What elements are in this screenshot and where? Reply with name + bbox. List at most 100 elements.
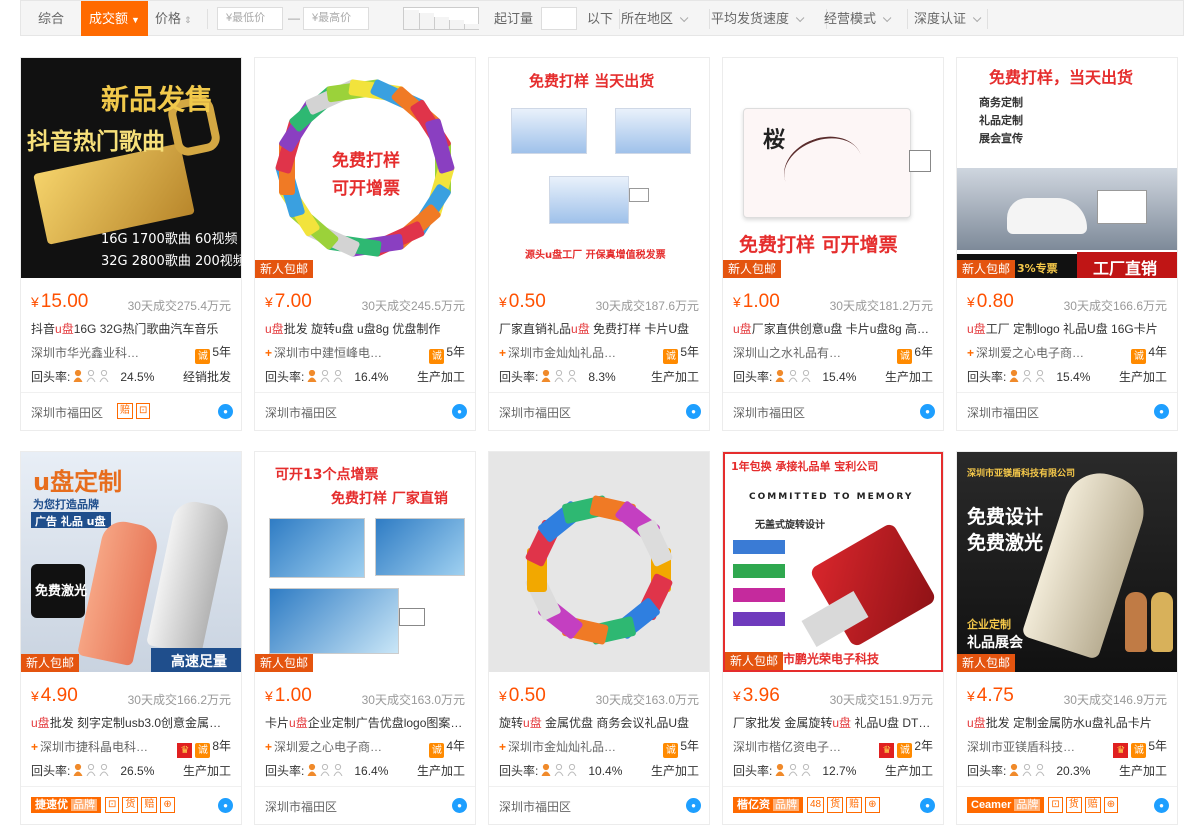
trust-pass-icon: 诚 bbox=[897, 743, 913, 758]
price: ¥4.90 bbox=[31, 685, 78, 707]
product-image[interactable]: 免费打样，当天出货 商务定制 礼品定制 展会宣传 3%专票 工厂直销 新人包邮 bbox=[957, 58, 1177, 278]
service-badge-icon[interactable]: 48 bbox=[807, 797, 825, 813]
service-badge-icon[interactable]: 赔 bbox=[1084, 797, 1101, 813]
sales-volume: 30天成交181.2万元 bbox=[829, 299, 933, 313]
wangwang-chat-icon[interactable]: ● bbox=[218, 798, 233, 813]
wangwang-chat-icon[interactable]: ● bbox=[686, 404, 701, 419]
product-image[interactable]: 免费打样 当天出货 源头u盘工厂 开保真增值税发票 bbox=[489, 58, 709, 278]
service-badge-icon[interactable]: 货 bbox=[827, 797, 844, 813]
service-badge-icon[interactable]: ⊡ bbox=[1048, 797, 1063, 813]
service-badge-icon[interactable]: 货 bbox=[1065, 797, 1082, 813]
product-title[interactable]: u盘批发 定制金属防水u盘礼品卡片 bbox=[967, 714, 1167, 731]
product-card[interactable]: u盘定制 为您打造品牌 广告 礼品 u盘 免费激光 高速足量 新人包邮 ¥4.9… bbox=[20, 451, 242, 825]
product-title[interactable]: 厂家直销礼品u盘 免费打样 卡片U盘 bbox=[499, 320, 699, 337]
service-badge-icon[interactable]: ⊕ bbox=[160, 797, 175, 813]
usb-drive-graphic bbox=[1151, 592, 1173, 652]
price-value: 7.00 bbox=[274, 291, 312, 312]
wangwang-chat-icon[interactable]: ● bbox=[218, 404, 233, 419]
wangwang-chat-icon[interactable]: ● bbox=[920, 798, 935, 813]
service-badge-icon[interactable]: ⊕ bbox=[1103, 797, 1119, 813]
product-title[interactable]: u盘工厂 定制logo 礼品U盘 16G卡片 bbox=[967, 320, 1167, 337]
product-image[interactable]: 新品发售 抖音热门歌曲 16G 1700歌曲 60视频 32G 2800歌曲 2… bbox=[21, 58, 241, 278]
depth-cert-dropdown[interactable]: 深度认证 bbox=[914, 1, 982, 36]
product-title[interactable]: 厂家批发 金属旋转u盘 礼品U盘 DT… bbox=[733, 714, 933, 731]
brand-tag[interactable]: Ceamer 品牌 bbox=[967, 797, 1045, 813]
product-image[interactable]: u盘定制 为您打造品牌 广告 礼品 u盘 免费激光 高速足量 新人包邮 bbox=[21, 452, 241, 672]
price-min-input[interactable]: ¥最低价 bbox=[217, 7, 283, 30]
sort-price-button[interactable]: 价格 ⇕ bbox=[155, 1, 192, 36]
price-range-bars[interactable] bbox=[403, 7, 479, 30]
product-image[interactable]: 可开13个点增票 免费打样 厂家直销 新人包邮 bbox=[255, 452, 475, 672]
sort-volume-button[interactable]: 成交额 ▼ bbox=[81, 1, 148, 36]
product-card[interactable]: 免费打样 可开增票 新人包邮 ¥7.00 30天成交245.5万元 u盘批发 旋转u… bbox=[254, 57, 476, 431]
product-image[interactable]: 免费打样 可开增票 新人包邮 bbox=[255, 58, 475, 278]
service-badge-icon[interactable]: 赔 bbox=[117, 403, 133, 419]
shop-name[interactable]: + 深圳市金灿灿礼品… bbox=[499, 738, 649, 755]
product-card[interactable]: 深圳市亚镁盾科技有限公司 免费设计 免费激光 企业定制 礼品展会 新人包邮 ¥4… bbox=[956, 451, 1178, 825]
region-dropdown[interactable]: 所在地区 bbox=[621, 1, 689, 36]
title-suffix: 批发 刻字定制usb3.0创意金属优… bbox=[49, 716, 231, 730]
shop-name[interactable]: + 深圳爱之心电子商… bbox=[265, 738, 415, 755]
trust-pass-icon: 诚 bbox=[897, 349, 913, 364]
shop-name[interactable]: + 深圳爱之心电子商… bbox=[967, 344, 1117, 361]
sales-volume: 30天成交275.4万元 bbox=[127, 299, 231, 313]
wangwang-chat-icon[interactable]: ● bbox=[686, 798, 701, 813]
product-image[interactable] bbox=[489, 452, 709, 672]
ship-speed-dropdown[interactable]: 平均发货速度 bbox=[711, 1, 805, 36]
service-badge-icon[interactable]: ⊡ bbox=[136, 403, 151, 419]
product-card[interactable]: ¥0.50 30天成交163.0万元 旋转u盘 金属优盘 商务会议礼品U盘 + 深圳市金… bbox=[488, 451, 710, 825]
price-dash: — bbox=[288, 11, 300, 25]
product-card[interactable]: 免费打样 当天出货 源头u盘工厂 开保真增值税发票 ¥0.50 30天成交187.… bbox=[488, 57, 710, 431]
brand-suffix: 品牌 bbox=[773, 799, 799, 811]
shop-name[interactable]: 深圳山之水礼品有… bbox=[733, 344, 883, 361]
depth-cert-label: 深度认证 bbox=[914, 11, 967, 26]
shop-name[interactable]: 深圳市楷亿资电子… bbox=[733, 738, 883, 755]
sort-all-button[interactable]: 综合 bbox=[38, 1, 64, 36]
service-badge-icon[interactable]: 赔 bbox=[846, 797, 863, 813]
price-max-input[interactable]: ¥最高价 bbox=[303, 7, 369, 30]
product-card[interactable]: 桜 免费打样 可开增票 新人包邮 ¥1.00 30天成交181.2万元 u盘厂家直供… bbox=[722, 57, 944, 431]
product-card[interactable]: 可开13个点增票 免费打样 厂家直销 新人包邮 ¥1.00 30天成交163.0万… bbox=[254, 451, 476, 825]
thumb-headline: 新品发售 bbox=[101, 83, 214, 116]
shop-name[interactable]: + 深圳市金灿灿礼品… bbox=[499, 344, 649, 361]
shop-name-text: 深圳市金灿灿礼品… bbox=[508, 346, 617, 360]
product-title[interactable]: u盘批发 旋转u盘 u盘8g 优盘制作 bbox=[265, 320, 465, 337]
moq-input[interactable] bbox=[541, 7, 577, 30]
service-badge-icon[interactable]: ⊡ bbox=[105, 797, 120, 813]
product-title[interactable]: 卡片u盘企业定制广告优盘logo图案… bbox=[265, 714, 465, 731]
shop-name[interactable]: + 深圳市捷科晶电科… bbox=[31, 738, 181, 755]
product-image[interactable]: 桜 免费打样 可开增票 新人包邮 bbox=[723, 58, 943, 278]
chevron-down-icon bbox=[882, 13, 892, 23]
repeat-rate: 回头率: 15.4% bbox=[967, 368, 1090, 385]
biz-mode-dropdown[interactable]: 经营模式 bbox=[824, 1, 892, 36]
product-title[interactable]: u盘厂家直供创意u盘 卡片u盘8g 高… bbox=[733, 320, 933, 337]
product-card[interactable]: 免费打样，当天出货 商务定制 礼品定制 展会宣传 3%专票 工厂直销 新人包邮 … bbox=[956, 57, 1178, 431]
service-badge-icon[interactable]: 赔 bbox=[141, 797, 158, 813]
moq-suffix: 以下 bbox=[587, 11, 614, 26]
shop-name[interactable]: 深圳市亚镁盾科技… bbox=[967, 738, 1117, 755]
thumb-subtitle: 可开增票 bbox=[332, 179, 400, 199]
product-image[interactable]: 1年包换 承接礼品单 宝利公司 COMMITTED TO MEMORY 无盖式旋… bbox=[723, 452, 943, 672]
product-title[interactable]: 旋转u盘 金属优盘 商务会议礼品U盘 bbox=[499, 714, 699, 731]
repeat-label: 回头率: bbox=[967, 370, 1007, 384]
service-badge-icon[interactable]: 货 bbox=[122, 797, 139, 813]
service-badge-icon[interactable]: ⊕ bbox=[865, 797, 880, 813]
thumb-company: 深圳市亚镁盾科技有限公司 bbox=[967, 469, 1076, 479]
product-image[interactable]: 深圳市亚镁盾科技有限公司 免费设计 免费激光 企业定制 礼品展会 新人包邮 bbox=[957, 452, 1177, 672]
product-title[interactable]: u盘批发 刻字定制usb3.0创意金属优… bbox=[31, 714, 231, 731]
wangwang-chat-icon[interactable]: ● bbox=[452, 404, 467, 419]
shop-name[interactable]: + 深圳市中建恒峰电… bbox=[265, 344, 415, 361]
wangwang-chat-icon[interactable]: ● bbox=[452, 798, 467, 813]
brand-tag[interactable]: 楷亿资 品牌 bbox=[733, 797, 803, 813]
brand-tag[interactable]: 捷速优 品牌 bbox=[31, 797, 101, 813]
business-mode: 生产加工 bbox=[416, 764, 465, 778]
repeat-rate: 回头率: 26.5% bbox=[31, 762, 154, 779]
wangwang-chat-icon[interactable]: ● bbox=[920, 404, 935, 419]
years-text: 5年 bbox=[446, 345, 465, 359]
product-title[interactable]: 抖音u盘16G 32G热门歌曲汽车音乐 bbox=[31, 320, 231, 337]
product-card[interactable]: 1年包换 承接礼品单 宝利公司 COMMITTED TO MEMORY 无盖式旋… bbox=[722, 451, 944, 825]
wangwang-chat-icon[interactable]: ● bbox=[1154, 798, 1169, 813]
product-card[interactable]: 新品发售 抖音热门歌曲 16G 1700歌曲 60视频 32G 2800歌曲 2… bbox=[20, 57, 242, 431]
wangwang-chat-icon[interactable]: ● bbox=[1154, 404, 1169, 419]
shop-name[interactable]: 深圳市华光鑫业科… bbox=[31, 344, 181, 361]
